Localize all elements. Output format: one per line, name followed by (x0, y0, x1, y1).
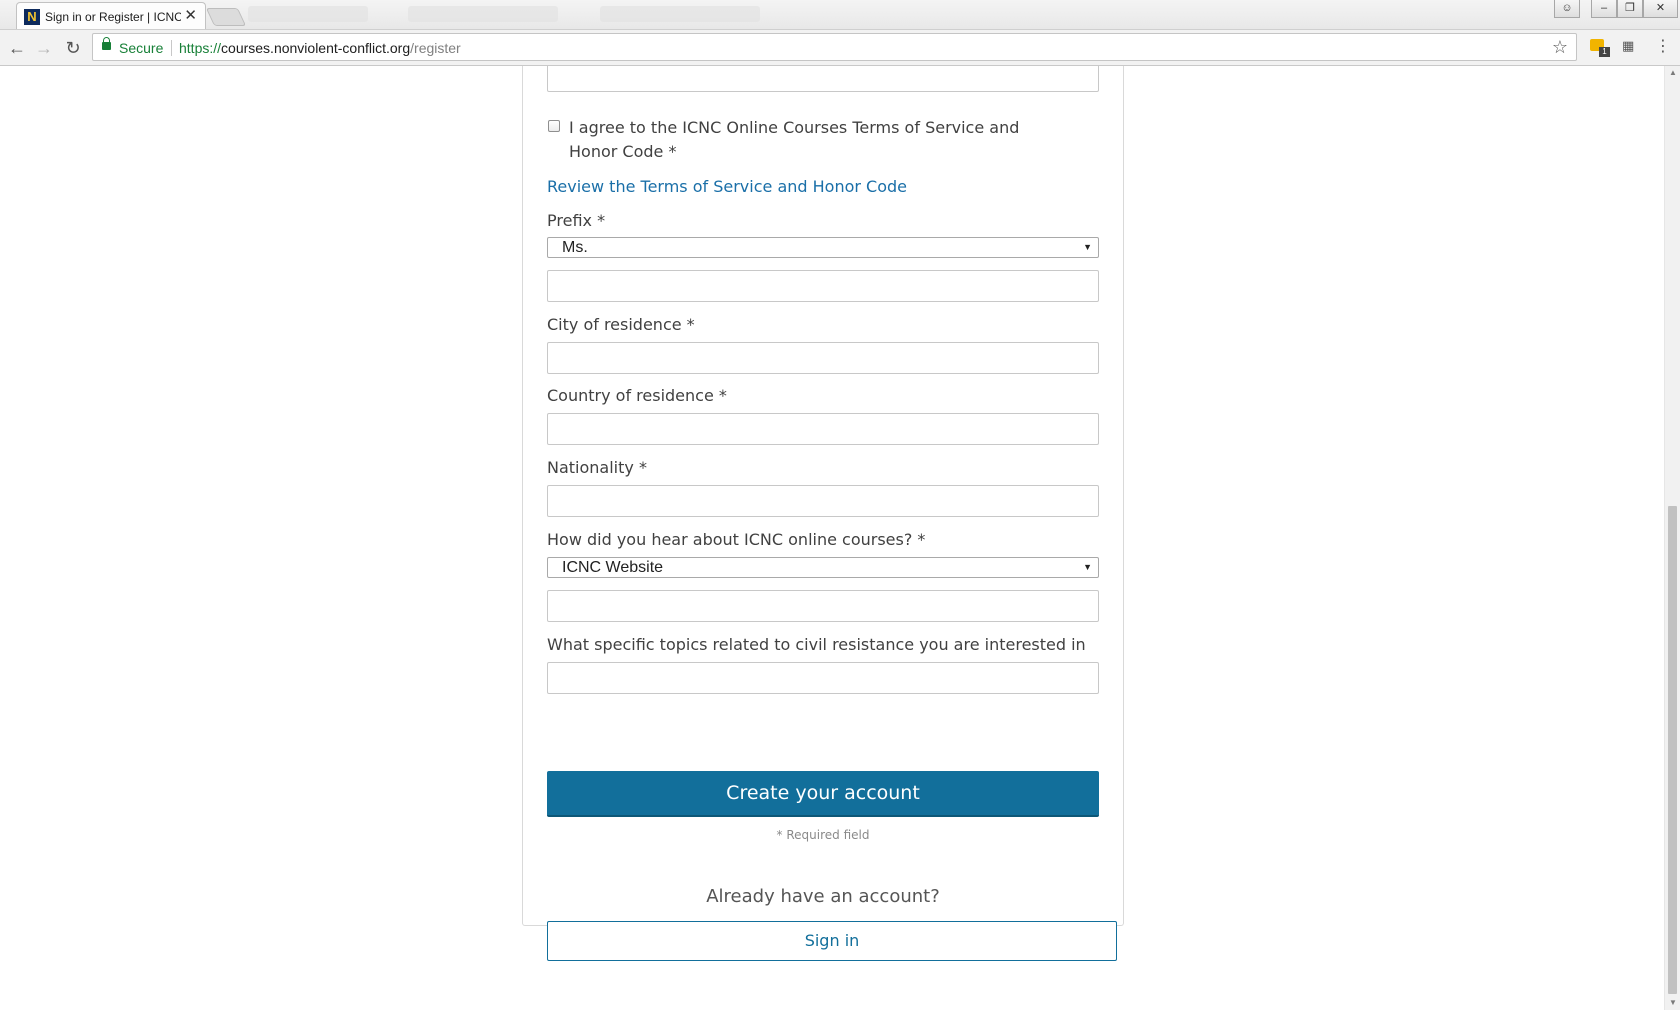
browser-tab-strip: N Sign in or Register | ICNC ✕ ☺ – ❐ ✕ (0, 0, 1680, 30)
prefix-label: Prefix * (547, 211, 606, 230)
url-host: courses.nonviolent-conflict.org (221, 40, 411, 56)
nationality-input[interactable] (547, 485, 1099, 517)
background-tab[interactable] (248, 6, 368, 22)
dropdown-arrow-icon: ▼ (1083, 562, 1092, 572)
new-tab-button[interactable] (205, 8, 247, 26)
topics-label: What specific topics related to civil re… (547, 635, 1086, 654)
tab-close-icon[interactable]: ✕ (184, 7, 197, 25)
restore-window-button[interactable]: ❐ (1617, 0, 1643, 18)
qr-code-icon[interactable]: ▦ (1622, 38, 1640, 56)
extension-badge-count: 1 (1599, 47, 1610, 57)
referral-source-select[interactable]: ICNC Website ▼ (547, 557, 1099, 578)
scrollbar-thumb[interactable] (1668, 506, 1677, 994)
site-favicon-icon: N (24, 9, 40, 25)
reload-icon[interactable]: ↻ (61, 36, 85, 60)
referral-source-label: How did you hear about ICNC online cours… (547, 530, 926, 549)
profile-icon[interactable]: ☺ (1554, 0, 1580, 18)
secure-label: Secure (119, 40, 164, 56)
close-window-button[interactable]: ✕ (1643, 0, 1678, 18)
page-scrollbar[interactable]: ▲ ▼ (1664, 66, 1680, 1010)
url-text: https://courses.nonviolent-conflict.org/… (179, 40, 461, 56)
page-viewport: I agree to the ICNC Online Courses Terms… (0, 66, 1664, 1010)
previous-field-input[interactable] (547, 66, 1099, 92)
terms-checkbox[interactable] (548, 120, 560, 132)
referral-selected-value: ICNC Website (562, 559, 664, 576)
lock-icon (102, 37, 111, 50)
extension-icon[interactable]: 1 (1590, 38, 1610, 57)
background-tab[interactable] (600, 6, 760, 22)
nationality-label: Nationality * (547, 458, 647, 477)
browser-tab-active[interactable]: N Sign in or Register | ICNC ✕ (16, 2, 206, 29)
address-bar[interactable]: Secure https://courses.nonviolent-confli… (92, 33, 1577, 61)
city-input[interactable] (547, 342, 1099, 374)
prefix-select[interactable]: Ms. ▼ (547, 237, 1099, 258)
prefix-other-input[interactable] (547, 270, 1099, 302)
browser-menu-icon[interactable]: ⋮ (1655, 36, 1671, 58)
browser-toolbar: ← → ↻ Secure https://courses.nonviolent-… (0, 30, 1680, 66)
address-bar-divider (171, 40, 172, 56)
url-path: /register (410, 40, 461, 56)
dropdown-arrow-icon: ▼ (1083, 242, 1092, 252)
prefix-selected-value: Ms. (562, 239, 588, 256)
already-have-account-text: Already have an account? (706, 886, 940, 907)
country-label: Country of residence * (547, 386, 727, 405)
sign-in-button[interactable]: Sign in (547, 921, 1117, 961)
scroll-up-arrow-icon[interactable]: ▲ (1665, 66, 1680, 80)
create-account-button[interactable]: Create your account (547, 771, 1099, 817)
terms-agree-label: I agree to the ICNC Online Courses Terms… (569, 118, 1020, 161)
bookmark-star-icon[interactable]: ☆ (1552, 37, 1568, 57)
forward-arrow-icon[interactable]: → (32, 36, 56, 60)
minimize-window-button[interactable]: – (1591, 0, 1617, 18)
tab-title: Sign in or Register | ICNC (45, 10, 181, 24)
country-input[interactable] (547, 413, 1099, 445)
topics-input[interactable] (547, 662, 1099, 694)
background-tab[interactable] (408, 6, 558, 22)
url-scheme: https:// (179, 40, 222, 56)
scroll-down-arrow-icon[interactable]: ▼ (1665, 996, 1680, 1010)
required-field-note: * Required field (776, 828, 870, 842)
back-arrow-icon[interactable]: ← (5, 36, 29, 60)
referral-other-input[interactable] (547, 590, 1099, 622)
review-terms-link[interactable]: Review the Terms of Service and Honor Co… (547, 177, 907, 197)
city-label: City of residence * (547, 315, 695, 334)
